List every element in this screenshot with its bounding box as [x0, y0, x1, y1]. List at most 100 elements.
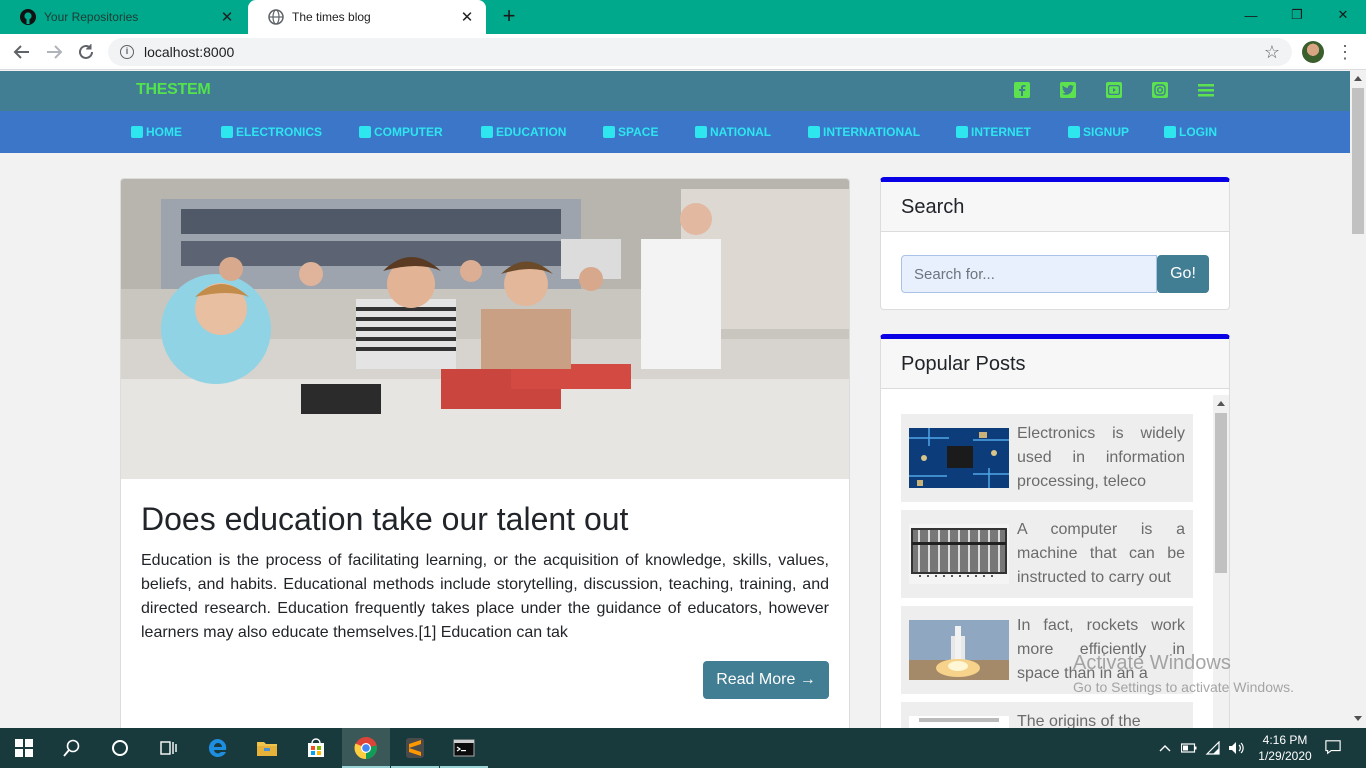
volume-icon[interactable] — [1228, 740, 1244, 756]
facebook-icon[interactable] — [1014, 82, 1030, 98]
nav-national[interactable]: NATIONAL — [695, 125, 771, 139]
store-taskbar-button[interactable] — [292, 728, 340, 768]
nav-signup[interactable]: SIGNUP — [1068, 125, 1129, 139]
new-tab-button[interactable]: + — [498, 5, 520, 27]
nav-label: EDUCATION — [496, 125, 567, 139]
wifi-icon[interactable] — [1205, 740, 1221, 756]
youtube-icon[interactable] — [1106, 82, 1122, 98]
tab-title: Your Repositories — [44, 10, 139, 24]
search-button[interactable] — [48, 728, 96, 768]
reload-button[interactable] — [74, 40, 98, 64]
twitter-icon[interactable] — [1060, 82, 1076, 98]
menu-icon[interactable] — [1198, 82, 1214, 98]
sublime-taskbar-button[interactable] — [391, 728, 439, 768]
nav-internet[interactable]: INTERNET — [956, 125, 1031, 139]
nav-label: NATIONAL — [710, 125, 772, 139]
battery-icon[interactable] — [1181, 740, 1197, 756]
info-icon[interactable]: i — [120, 45, 134, 59]
network-diagram-image — [909, 716, 1009, 728]
clock-time: 4:16 PM — [1262, 733, 1308, 747]
minimize-button[interactable]: — — [1228, 0, 1274, 30]
read-more-button[interactable]: Read More → — [703, 661, 829, 699]
scroll-down-arrow-icon[interactable] — [1354, 716, 1362, 721]
circuit-board-image — [909, 428, 1009, 488]
nav-label: LOGIN — [1179, 125, 1217, 139]
chrome-icon — [354, 737, 377, 760]
nav-label: ELECTRONICS — [236, 125, 323, 139]
browser-tab-repositories[interactable]: Your Repositories ✕ — [0, 0, 246, 34]
file-explorer-taskbar-button[interactable] — [243, 728, 291, 768]
terminal-icon — [453, 739, 475, 757]
windows-taskbar: 4:16 PM 1/29/2020 — [0, 728, 1366, 768]
start-button[interactable] — [0, 728, 48, 768]
article-excerpt: Education is the process of facilitating… — [141, 552, 829, 641]
nav-space[interactable]: SPACE — [603, 125, 658, 139]
popular-post-item[interactable]: A computer is a machine that can be inst… — [901, 510, 1193, 598]
clock-date: 1/29/2020 — [1258, 749, 1312, 763]
search-widget-title: Search — [881, 182, 1229, 232]
nav-international[interactable]: INTERNATIONAL — [808, 125, 920, 139]
search-go-button[interactable]: Go! — [1157, 255, 1209, 293]
nav-electronics[interactable]: ELECTRONICS — [221, 125, 322, 139]
cortana-icon — [112, 740, 128, 756]
article-hero-image[interactable] — [121, 179, 849, 479]
windows-logo-icon — [15, 739, 33, 757]
nav-label: HOME — [146, 125, 182, 139]
system-clock[interactable]: 4:16 PM 1/29/2020 — [1252, 732, 1318, 764]
page-scrollbar[interactable] — [1350, 71, 1366, 728]
article-card: Does education take our talent out Educa… — [120, 178, 850, 728]
article-title[interactable]: Does education take our talent out — [141, 501, 628, 538]
cortana-button[interactable] — [96, 728, 144, 768]
sublime-text-icon — [406, 738, 424, 758]
popular-post-item[interactable]: Electronics is widely used in informatio… — [901, 414, 1193, 502]
login-icon — [1164, 126, 1176, 138]
restore-button[interactable]: ❐ — [1274, 0, 1320, 30]
scrollbar-thumb[interactable] — [1352, 88, 1364, 234]
popular-post-excerpt: The origins of the — [1017, 713, 1141, 728]
globe-icon — [808, 126, 820, 138]
github-icon — [20, 9, 36, 25]
nav-home[interactable]: HOME — [131, 125, 182, 139]
site-topbar: THESTEM — [0, 71, 1350, 111]
globe-icon — [268, 9, 284, 25]
chrome-taskbar-button[interactable] — [342, 728, 390, 768]
close-icon[interactable]: ✕ — [458, 8, 476, 26]
more-menu-icon[interactable]: ⋮ — [1336, 41, 1354, 63]
popular-post-excerpt: A computer is a machine that can be inst… — [1017, 521, 1185, 586]
notification-icon[interactable] — [1325, 739, 1341, 755]
url-text: localhost:8000 — [144, 44, 235, 60]
back-button[interactable] — [10, 40, 34, 64]
forward-button[interactable] — [42, 40, 66, 64]
terminal-taskbar-button[interactable] — [440, 728, 488, 768]
reload-icon — [79, 44, 93, 59]
address-bar[interactable]: i localhost:8000 — [108, 38, 1292, 66]
close-icon[interactable]: ✕ — [218, 8, 236, 26]
scroll-up-arrow-icon[interactable] — [1354, 76, 1362, 81]
browser-tab-times-blog[interactable]: The times blog ✕ — [248, 0, 486, 34]
edge-taskbar-button[interactable] — [194, 728, 242, 768]
tab-title: The times blog — [292, 10, 371, 24]
graduation-icon — [481, 126, 493, 138]
chevron-up-icon[interactable] — [1157, 740, 1173, 756]
site-brand[interactable]: THESTEM — [136, 81, 211, 99]
scroll-up-arrow-icon[interactable] — [1217, 401, 1225, 406]
rocket-launch-image — [909, 620, 1009, 680]
popular-post-item[interactable]: The origins of the — [901, 702, 1193, 728]
search-icon — [63, 739, 80, 757]
task-view-button[interactable] — [144, 728, 192, 768]
nav-computer[interactable]: COMPUTER — [359, 125, 443, 139]
scrollbar-thumb[interactable] — [1215, 413, 1227, 573]
search-widget: Search Search for... Go! — [880, 177, 1230, 310]
nav-education[interactable]: EDUCATION — [481, 125, 566, 139]
instagram-icon[interactable] — [1152, 82, 1168, 98]
search-input[interactable]: Search for... — [901, 255, 1157, 293]
web-page: THESTEM HOME ELECTRONICS COMPUTER EDUCAT… — [0, 71, 1350, 728]
laptop-icon — [359, 126, 371, 138]
nav-login[interactable]: LOGIN — [1164, 125, 1217, 139]
nav-label: INTERNET — [971, 125, 1031, 139]
window-close-button[interactable]: ✕ — [1320, 0, 1366, 30]
profile-avatar[interactable] — [1302, 41, 1324, 63]
home-icon — [131, 126, 143, 138]
flag-icon — [695, 126, 707, 138]
bookmark-star-icon[interactable]: ☆ — [1262, 42, 1282, 62]
